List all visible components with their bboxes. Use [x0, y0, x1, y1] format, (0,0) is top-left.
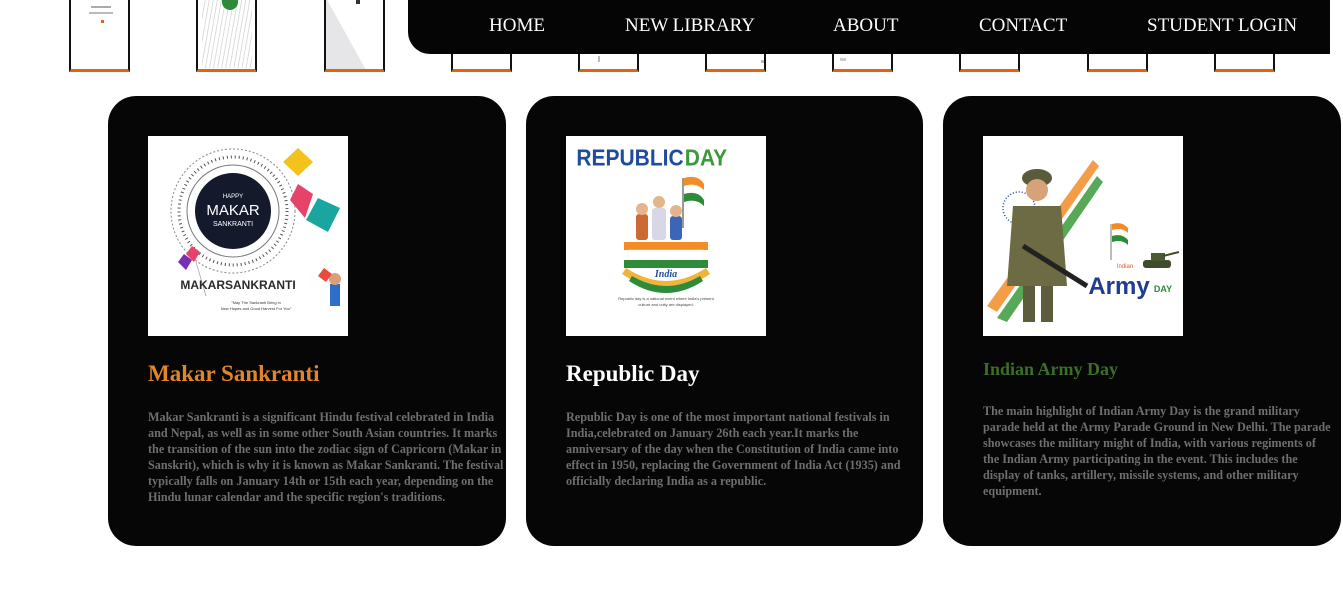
makar-sankranti-illustration: HAPPY MAKAR SANKRANTI MAKARSANKRANTI "Ma…: [170, 148, 341, 311]
image-text: New Hopes and Good Harvest For You": [221, 306, 292, 311]
image-text: India: [654, 269, 677, 280]
image-text: DAY: [685, 145, 728, 171]
image-text: Republic day is a national event where I…: [618, 296, 714, 301]
image-text: MAKARSANKRANTI: [180, 278, 295, 292]
republic-day-image: REPUBLIC DAY India Republic day is a nat…: [566, 136, 766, 336]
republic-day-illustration: REPUBLIC DAY India Republic day is a nat…: [576, 145, 728, 307]
festival-card-indian-army-day: Indian Army DAY Indian Army Day The main…: [943, 96, 1341, 546]
image-text: "May The Sankranti Bring in: [231, 300, 281, 305]
festival-card-republic-day: REPUBLIC DAY India Republic day is a nat…: [526, 96, 923, 546]
nav-student-login[interactable]: STUDENT LOGIN: [1147, 15, 1297, 37]
card-description: Republic Day is one of the most importan…: [566, 410, 901, 488]
image-text: DAY: [1154, 284, 1172, 294]
festival-card-makar-sankranti: HAPPY MAKAR SANKRANTI MAKARSANKRANTI "Ma…: [108, 96, 506, 546]
nav-new-library[interactable]: NEW LIBRARY: [625, 15, 755, 37]
gallery-thumbnail[interactable]: [196, 0, 257, 72]
card-title: Republic Day: [566, 361, 700, 386]
nav-about[interactable]: ABOUT: [833, 15, 898, 37]
image-text: Indian: [1117, 264, 1133, 270]
image-text: REPUBLIC: [576, 145, 683, 171]
image-text: Army: [1088, 273, 1150, 300]
makar-sankranti-image: HAPPY MAKAR SANKRANTI MAKARSANKRANTI "Ma…: [148, 136, 348, 336]
top-navbar: HOME NEW LIBRARY ABOUT CONTACT STUDENT L…: [408, 0, 1330, 54]
nav-contact[interactable]: CONTACT: [979, 15, 1067, 37]
image-text: HAPPY: [223, 194, 243, 200]
card-title: Makar Sankranti: [148, 361, 320, 386]
indian-army-day-image: Indian Army DAY: [983, 136, 1183, 336]
image-text: culture and unity are displayed.: [638, 302, 693, 307]
nav-home[interactable]: HOME: [489, 15, 545, 37]
card-title: Indian Army Day: [983, 359, 1119, 379]
gallery-thumbnail[interactable]: [69, 0, 130, 72]
image-text: MAKAR: [206, 202, 260, 219]
card-description: The main highlight of Indian Army Day is…: [983, 404, 1331, 498]
indian-army-day-illustration: Indian Army DAY: [987, 160, 1180, 322]
card-description: Makar Sankranti is a significant Hindu f…: [148, 410, 504, 504]
gallery-thumbnail[interactable]: [324, 0, 385, 72]
image-text: SANKRANTI: [213, 221, 253, 228]
